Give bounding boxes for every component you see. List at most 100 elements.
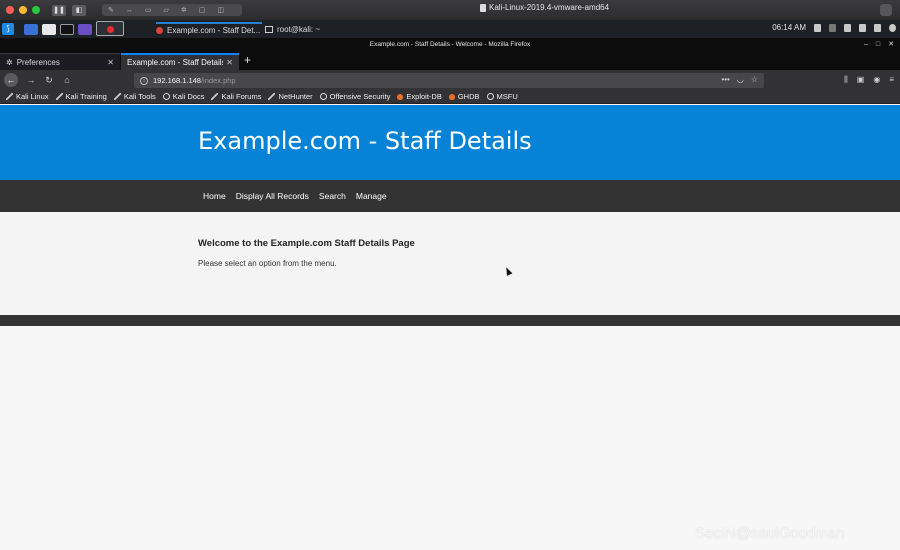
close-tab-icon[interactable]: ✕ — [226, 58, 233, 67]
url-bar[interactable]: i 192.168.1.148/index.php ••• ◡ ☆ — [134, 73, 764, 88]
panel-tray: 06:14 AM — [772, 23, 896, 32]
welcome-text: Please select an option from the menu. — [198, 259, 337, 268]
pocket-icon[interactable]: ◡ — [737, 75, 744, 84]
wrench-icon[interactable]: ✎ — [108, 6, 114, 14]
minimize-icon[interactable]: – — [864, 38, 868, 51]
power-icon[interactable] — [889, 23, 896, 32]
globe-icon — [162, 93, 170, 100]
bookmark-kali-training[interactable]: Kali Training — [55, 92, 107, 101]
maximize-icon[interactable]: □ — [876, 38, 880, 51]
screen: ❚❚ ◧ ✎ ↔ ▭ ▱ ✲ ▢ ◫ Kali-Linux-2019.4-vmw… — [0, 0, 900, 550]
site-footer — [0, 315, 900, 326]
site-heading: Example.com - Staff Details — [198, 127, 532, 155]
vm-title: Kali-Linux-2019.4-vmware-amd64 — [480, 3, 609, 12]
terminal-launcher-icon[interactable] — [60, 23, 74, 35]
notification-icon[interactable] — [844, 23, 851, 32]
account-icon[interactable]: ◉ — [873, 75, 880, 85]
bookmark-kali-linux[interactable]: Kali Linux — [6, 92, 49, 101]
taskbar-firefox-label: Example.com - Staff Det... — [167, 25, 261, 35]
volume-icon[interactable] — [829, 23, 836, 32]
taskbar-firefox[interactable]: Example.com - Staff Det... — [156, 22, 262, 36]
site-header: Example.com - Staff Details — [0, 105, 900, 180]
taskbar-terminal[interactable]: root@kali: ~ — [265, 22, 320, 36]
minimize-window-button[interactable] — [19, 6, 27, 14]
mouse-cursor-icon — [503, 266, 513, 276]
bookmarks-toolbar: Kali Linux Kali Training Kali Tools Kali… — [0, 90, 900, 104]
menu-link-home[interactable]: Home — [203, 191, 226, 201]
drive-icon[interactable]: ▱ — [164, 6, 169, 14]
display-icon[interactable] — [814, 23, 821, 32]
hamburger-menu-icon[interactable]: ≡ — [889, 75, 894, 85]
bookmark-label: GHDB — [457, 92, 480, 101]
desktop-icon[interactable] — [24, 23, 38, 35]
bookmark-exploit-db[interactable]: Exploit-DB — [397, 92, 442, 101]
bookmark-label: Kali Linux — [16, 92, 49, 101]
kali-dragon-icon — [211, 93, 219, 100]
bookmark-label: Kali Tools — [123, 92, 156, 101]
vm-title-text: Kali-Linux-2019.4-vmware-amd64 — [489, 3, 610, 12]
web-page: Example.com - Staff Details Home Display… — [0, 105, 900, 550]
reload-icon[interactable]: ↻ — [44, 75, 54, 86]
snapshot-icon[interactable]: ◧ — [72, 4, 86, 16]
back-icon[interactable]: ← — [4, 73, 18, 87]
file-manager-icon[interactable] — [42, 23, 56, 35]
arrows-icon[interactable]: ↔ — [126, 7, 133, 14]
menu-link-search[interactable]: Search — [319, 191, 346, 201]
firefox-window-title: Example.com - Staff Details - Welcome - … — [0, 38, 900, 51]
close-icon[interactable]: ✕ — [888, 38, 894, 51]
site-info-icon[interactable]: i — [140, 76, 148, 85]
tab-label: Preferences — [16, 57, 60, 67]
library-icon[interactable]: ⫼ — [844, 75, 848, 85]
tab-preferences[interactable]: ✲ Preferences ✕ — [0, 53, 120, 70]
bookmark-nethunter[interactable]: NetHunter — [268, 92, 313, 101]
kali-menu-icon[interactable]: ⟆ — [2, 23, 14, 35]
url-actions: ••• ◡ ☆ — [721, 75, 758, 84]
terminal-icon — [265, 25, 273, 33]
sidebar-icon[interactable]: ▣ — [857, 75, 865, 85]
firefox-icon — [156, 26, 163, 34]
kali-dragon-icon — [113, 93, 121, 100]
lock-icon[interactable] — [874, 23, 881, 32]
bookmark-kali-forums[interactable]: Kali Forums — [211, 92, 261, 101]
vm-toolbar: ✎ ↔ ▭ ▱ ✲ ▢ ◫ — [102, 4, 242, 16]
vm-settings-icon[interactable] — [880, 4, 892, 16]
url-path: /index.php — [200, 76, 236, 85]
navigation-toolbar: ← → ↻ ⌂ i 192.168.1.148/index.php ••• ◡ … — [0, 70, 900, 90]
page-actions-icon[interactable]: ••• — [721, 75, 729, 84]
bookmark-ghdb[interactable]: GHDB — [448, 92, 480, 101]
bookmark-kali-docs[interactable]: Kali Docs — [162, 92, 204, 101]
camera-icon[interactable]: ◫ — [217, 6, 224, 14]
taskbar-terminal-label: root@kali: ~ — [277, 24, 321, 34]
zoom-window-button[interactable] — [32, 6, 40, 14]
bookmark-label: Kali Training — [65, 92, 107, 101]
bookmark-star-icon[interactable]: ☆ — [751, 75, 758, 84]
bookmark-label: Offensive Security — [329, 92, 391, 101]
clock[interactable]: 06:14 AM — [772, 23, 806, 32]
new-tab-icon[interactable]: + — [244, 53, 251, 68]
gear-icon[interactable]: ✲ — [181, 6, 187, 14]
menu-link-manage[interactable]: Manage — [356, 191, 387, 201]
menu-link-display-all-records[interactable]: Display All Records — [236, 191, 309, 201]
close-window-button[interactable] — [6, 6, 14, 14]
close-tab-icon[interactable]: ✕ — [107, 58, 114, 67]
home-icon[interactable]: ⌂ — [62, 75, 72, 85]
site-menu: Home Display All Records Search Manage — [0, 180, 900, 212]
forward-icon[interactable]: → — [26, 75, 36, 85]
bookmark-label: MSFU — [496, 92, 518, 101]
bookmark-msfu[interactable]: MSFU — [486, 92, 518, 101]
kali-dragon-icon — [268, 93, 276, 100]
pause-vm-icon[interactable]: ❚❚ — [52, 4, 66, 16]
battery-icon[interactable] — [859, 23, 866, 32]
firefox-launcher-icon[interactable] — [96, 21, 124, 36]
kali-dragon-icon — [55, 93, 63, 100]
bookmark-label: Kali Forums — [221, 92, 262, 101]
vmware-title-bar: ❚❚ ◧ ✎ ↔ ▭ ▱ ✲ ▢ ◫ Kali-Linux-2019.4-vmw… — [0, 0, 900, 20]
tab-staff-details[interactable]: Example.com - Staff Details ✕ — [121, 53, 239, 70]
menu-items: Home Display All Records Search Manage — [203, 180, 387, 212]
bookmark-kali-tools[interactable]: Kali Tools — [113, 92, 156, 101]
app-launcher-icon[interactable] — [78, 23, 92, 35]
printer-icon[interactable]: ▭ — [145, 6, 152, 14]
firefox-window-controls: – □ ✕ — [864, 38, 894, 51]
disk-icon[interactable]: ▢ — [199, 6, 206, 14]
bookmark-offensive-security[interactable]: Offensive Security — [319, 92, 391, 101]
